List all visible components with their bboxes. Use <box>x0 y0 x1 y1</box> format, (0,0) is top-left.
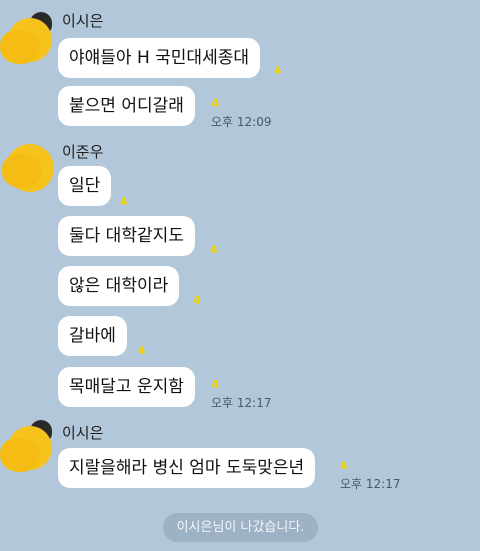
sender-name: 이시은 <box>62 424 104 442</box>
avatar[interactable] <box>0 420 54 472</box>
avatar[interactable] <box>0 12 54 64</box>
message-time: 오후 12:09 <box>211 115 272 129</box>
unread-count: 4 <box>211 378 219 391</box>
message-bubble[interactable]: 붙으면 어디갈래 <box>58 86 195 126</box>
sender-name: 이준우 <box>62 143 104 161</box>
avatar[interactable] <box>2 140 54 192</box>
message-bubble[interactable]: 지랄을해라 병신 엄마 도둑맞은년 <box>58 448 316 488</box>
unread-count: 4 <box>211 97 219 110</box>
message-bubble[interactable]: 야얘들아 H 국민대세종대 <box>58 38 260 78</box>
message-bubble[interactable]: 둘다 대학같지도 <box>58 216 195 256</box>
message-bubble[interactable]: 일단 <box>58 166 112 206</box>
unread-count: 4 <box>274 64 282 77</box>
message-time: 오후 12:17 <box>340 477 401 491</box>
message-bubble[interactable]: 목매달고 운지함 <box>58 367 195 407</box>
unread-count: 4 <box>340 459 348 472</box>
unread-count: 4 <box>210 243 218 256</box>
avatar-blur-shape <box>0 438 40 472</box>
unread-count: 4 <box>120 195 128 208</box>
message-bubble[interactable]: 않은 대학이라 <box>58 266 180 306</box>
message-time: 오후 12:17 <box>211 396 272 410</box>
avatar-blur-shape <box>0 30 40 64</box>
sender-name: 이시은 <box>62 12 104 30</box>
unread-count: 4 <box>138 344 146 357</box>
system-notice: 이시은님이 나갔습니다. <box>163 513 318 542</box>
message-bubble[interactable]: 갈바에 <box>58 316 127 356</box>
unread-count: 4 <box>193 294 201 307</box>
avatar-blur-shape <box>2 154 42 188</box>
